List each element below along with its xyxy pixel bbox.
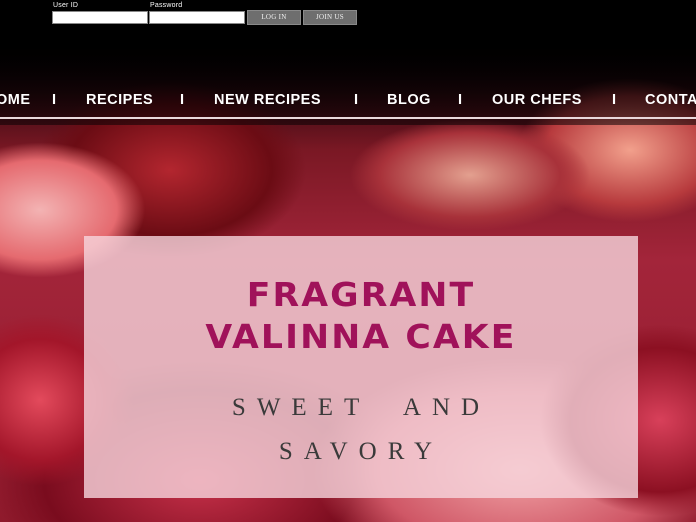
user-id-label: User ID (53, 2, 79, 9)
hero-subtitle-line-1: SWEET AND (231, 394, 491, 421)
main-nav: OME I RECIPES I NEW RECIPES I BLOG I OUR… (0, 92, 696, 114)
hero-subtitle-line-2: SAVORY (278, 438, 444, 465)
hero-subtitle: SWEET AND SAVORY (84, 386, 638, 474)
nav-divider (0, 117, 696, 119)
nav-separator: I (612, 92, 617, 108)
nav-item-our-chefs[interactable]: OUR CHEFS (492, 92, 582, 108)
hero-title-line-2: VALINNA CAKE (205, 317, 517, 356)
nav-separator: I (180, 92, 185, 108)
login-bar: User ID Password LOG IN JOIN US (0, 0, 696, 28)
nav-separator: I (52, 92, 57, 108)
hero-panel: FRAGRANT VALINNA CAKE SWEET AND SAVORY (84, 236, 638, 498)
password-label: Password (150, 2, 183, 9)
join-us-button[interactable]: JOIN US (303, 10, 357, 25)
nav-item-contact[interactable]: CONTA (645, 92, 696, 108)
nav-item-recipes[interactable]: RECIPES (86, 92, 153, 108)
user-id-input[interactable] (52, 11, 148, 24)
hero-title-line-1: FRAGRANT (246, 275, 476, 314)
login-button[interactable]: LOG IN (247, 10, 301, 25)
nav-separator: I (458, 92, 463, 108)
nav-item-blog[interactable]: BLOG (387, 92, 431, 108)
nav-separator: I (354, 92, 359, 108)
nav-item-home[interactable]: OME (0, 92, 31, 108)
nav-item-new-recipes[interactable]: NEW RECIPES (214, 92, 321, 108)
password-input[interactable] (149, 11, 245, 24)
hero-title: FRAGRANT VALINNA CAKE (70, 274, 652, 358)
